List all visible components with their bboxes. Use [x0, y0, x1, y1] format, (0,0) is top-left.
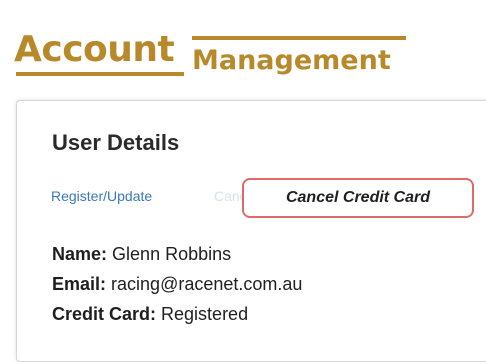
title-account-underline — [16, 72, 184, 76]
cancel-credit-card-label: Cancel Credit Card — [285, 189, 431, 206]
detail-row-name: Name: Glenn Robbins — [52, 244, 231, 265]
detail-row-credit-card: Credit Card: Registered — [52, 304, 248, 325]
register-update-link[interactable]: Register/Update — [51, 188, 152, 204]
name-label: Name: — [52, 244, 108, 264]
credit-card-label: Credit Card: — [52, 304, 157, 324]
title-account: Account — [14, 29, 175, 70]
cancel-credit-card-button[interactable]: Cancel Credit Card — [242, 178, 474, 218]
title-management: Management — [192, 45, 391, 76]
email-label: Email: — [52, 274, 107, 294]
name-value: Glenn Robbins — [112, 244, 232, 264]
detail-row-email: Email: racing@racenet.com.au — [52, 274, 302, 295]
section-title-user-details: User Details — [52, 130, 180, 155]
page-header: Account Management — [0, 0, 486, 100]
email-value: racing@racenet.com.au — [111, 274, 303, 294]
title-management-overline — [192, 36, 406, 40]
credit-card-value: Registered — [161, 304, 249, 324]
